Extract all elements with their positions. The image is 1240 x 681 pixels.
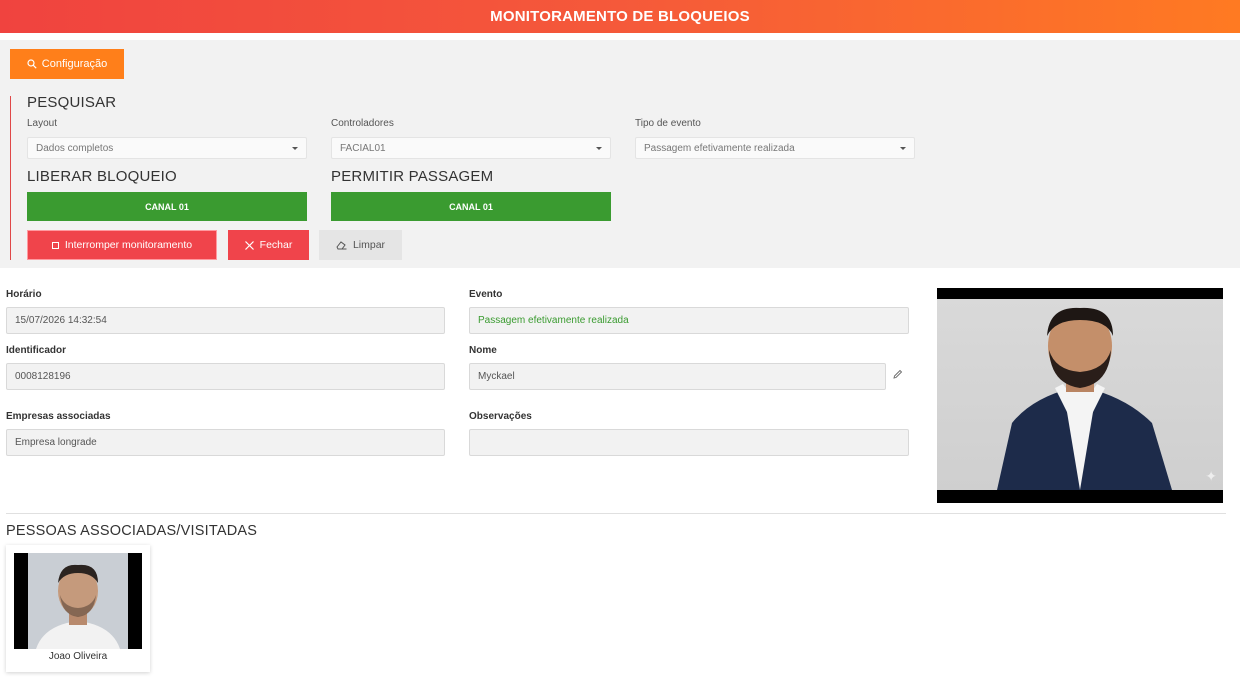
configuration-button[interactable]: Configuração <box>10 49 124 79</box>
nome-field: Myckael <box>469 363 886 390</box>
identificador-label: Identificador <box>6 345 67 356</box>
horario-field: 15/07/2026 14:32:54 <box>6 307 445 334</box>
liberar-section-title: LIBERAR BLOQUEIO <box>27 168 177 185</box>
layout-select[interactable]: Dados completos <box>27 137 307 159</box>
observacoes-field <box>469 429 909 456</box>
associated-person-name: Joao Oliveira <box>48 651 108 662</box>
person-photo: ✦ <box>937 288 1223 503</box>
empresas-value: Empresa longrade <box>15 437 97 448</box>
sparkle-icon: ✦ <box>1205 468 1217 484</box>
identificador-value: 0008128196 <box>15 371 71 382</box>
clear-label: Limpar <box>352 239 386 251</box>
stop-monitoring-label: Interromper monitoramento <box>64 239 193 251</box>
close-button[interactable]: Fechar <box>228 230 309 260</box>
edit-pencil-icon[interactable] <box>892 369 903 380</box>
close-icon <box>244 240 254 250</box>
chevron-down-icon <box>292 146 298 150</box>
page-title: MONITORAMENTO DE BLOQUEIOS <box>490 8 750 25</box>
horario-label: Horário <box>6 289 42 300</box>
permitir-canal-01-button[interactable]: CANAL 01 <box>331 192 611 221</box>
liberar-canal-01-button[interactable]: CANAL 01 <box>27 192 307 221</box>
tipo-evento-select[interactable]: Passagem efetivamente realizada <box>635 137 915 159</box>
nome-value: Myckael <box>478 371 515 382</box>
empresas-field: Empresa longrade <box>6 429 445 456</box>
associated-people-title: PESSOAS ASSOCIADAS/VISITADAS <box>6 523 258 539</box>
stop-monitoring-button[interactable]: Interromper monitoramento <box>27 230 217 260</box>
search-section-title: PESQUISAR <box>27 94 117 111</box>
chevron-down-icon <box>900 146 906 150</box>
configuration-label: Configuração <box>41 58 108 70</box>
clear-button[interactable]: Limpar <box>319 230 402 260</box>
stop-icon <box>51 241 59 249</box>
eraser-icon <box>336 241 347 250</box>
evento-label: Evento <box>469 289 503 300</box>
section-divider <box>6 513 1226 514</box>
evento-value: Passagem efetivamente realizada <box>478 315 629 326</box>
associated-person-photo <box>14 553 142 649</box>
chevron-down-icon <box>596 146 602 150</box>
controladores-label: Controladores <box>331 118 394 129</box>
search-icon <box>27 59 37 69</box>
associated-person-silhouette <box>28 553 128 649</box>
person-silhouette <box>997 307 1172 490</box>
section-accent-bar <box>10 96 11 260</box>
tipo-evento-label: Tipo de evento <box>635 118 701 129</box>
page-header: MONITORAMENTO DE BLOQUEIOS <box>0 0 1240 33</box>
nome-label: Nome <box>469 345 497 356</box>
layout-select-value: Dados completos <box>36 142 114 154</box>
observacoes-label: Observações <box>469 411 532 422</box>
controladores-select-value: FACIAL01 <box>340 142 386 154</box>
evento-field: Passagem efetivamente realizada <box>469 307 909 334</box>
empresas-label: Empresas associadas <box>6 411 111 422</box>
layout-label: Layout <box>27 118 58 129</box>
identificador-field: 0008128196 <box>6 363 445 390</box>
tipo-evento-select-value: Passagem efetivamente realizada <box>644 142 795 154</box>
controladores-select[interactable]: FACIAL01 <box>331 137 611 159</box>
permitir-section-title: PERMITIR PASSAGEM <box>331 168 494 185</box>
associated-person-card[interactable]: Joao Oliveira <box>6 545 150 672</box>
close-label: Fechar <box>259 239 293 251</box>
horario-value: 15/07/2026 14:32:54 <box>15 315 107 326</box>
